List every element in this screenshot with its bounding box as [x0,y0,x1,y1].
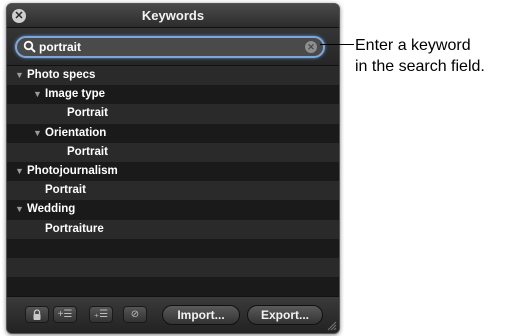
clear-icon[interactable]: ✕ [305,41,317,53]
add-keyword-button[interactable]: +☰ [53,306,77,323]
list-item[interactable]: ▼ Wedding [7,200,339,220]
add-subkeyword-icon: ₊☰ [93,309,109,320]
empty-row [7,257,339,278]
disclosure-triangle-icon[interactable]: ▼ [33,124,45,143]
search-input[interactable]: portrait [39,40,81,54]
list-item[interactable]: ▼ Orientation [7,123,339,143]
remove-icon: ⊘ [130,309,140,320]
list-item[interactable]: ▼ Image type [7,85,339,105]
keywords-hud-panel: ✕ Keywords portrait ✕ ▼ Photo specs ▼ Imag… [6,3,340,334]
search-field[interactable]: portrait ✕ [15,36,325,58]
list-item[interactable]: Portrait [7,104,339,124]
resize-grip-icon[interactable] [325,319,337,331]
list-item[interactable]: Portraiture [7,219,339,239]
title-bar[interactable]: ✕ Keywords [7,4,339,28]
remove-keyword-button[interactable]: ⊘ [123,306,147,323]
search-area: portrait ✕ [7,28,339,66]
keyword-list: ▼ Photo specs ▼ Image type Portrait ▼ Orien… [7,66,339,297]
list-item[interactable]: ▼ Photo specs [7,66,339,86]
export-button[interactable]: Export... [247,305,323,325]
empty-row [7,277,339,297]
disclosure-triangle-icon[interactable]: ▼ [15,162,27,181]
disclosure-triangle-icon[interactable]: ▼ [15,66,27,85]
lock-icon [33,309,41,320]
bottom-toolbar: +☰ ₊☰ ⊘ Import... Export... [7,296,339,333]
disclosure-triangle-icon[interactable]: ▼ [15,200,27,219]
callout-line [320,44,354,45]
callout-line-2: in the search field. [355,58,485,75]
empty-row [7,238,339,258]
callout-text: Enter a keyword in the search field. [355,35,505,77]
add-keyword-icon: +☰ [57,309,73,320]
disclosure-triangle-icon[interactable]: ▼ [33,85,45,104]
callout-line-1: Enter a keyword [355,37,471,54]
list-item[interactable]: Portrait [7,142,339,162]
search-icon [23,40,36,53]
list-item[interactable]: Portrait [7,181,339,201]
lock-button[interactable] [25,306,49,323]
panel-title: Keywords [141,8,205,23]
list-item[interactable]: ▼ Photojournalism [7,161,339,182]
import-button[interactable]: Import... [162,305,240,325]
add-subkeyword-button[interactable]: ₊☰ [89,306,113,323]
